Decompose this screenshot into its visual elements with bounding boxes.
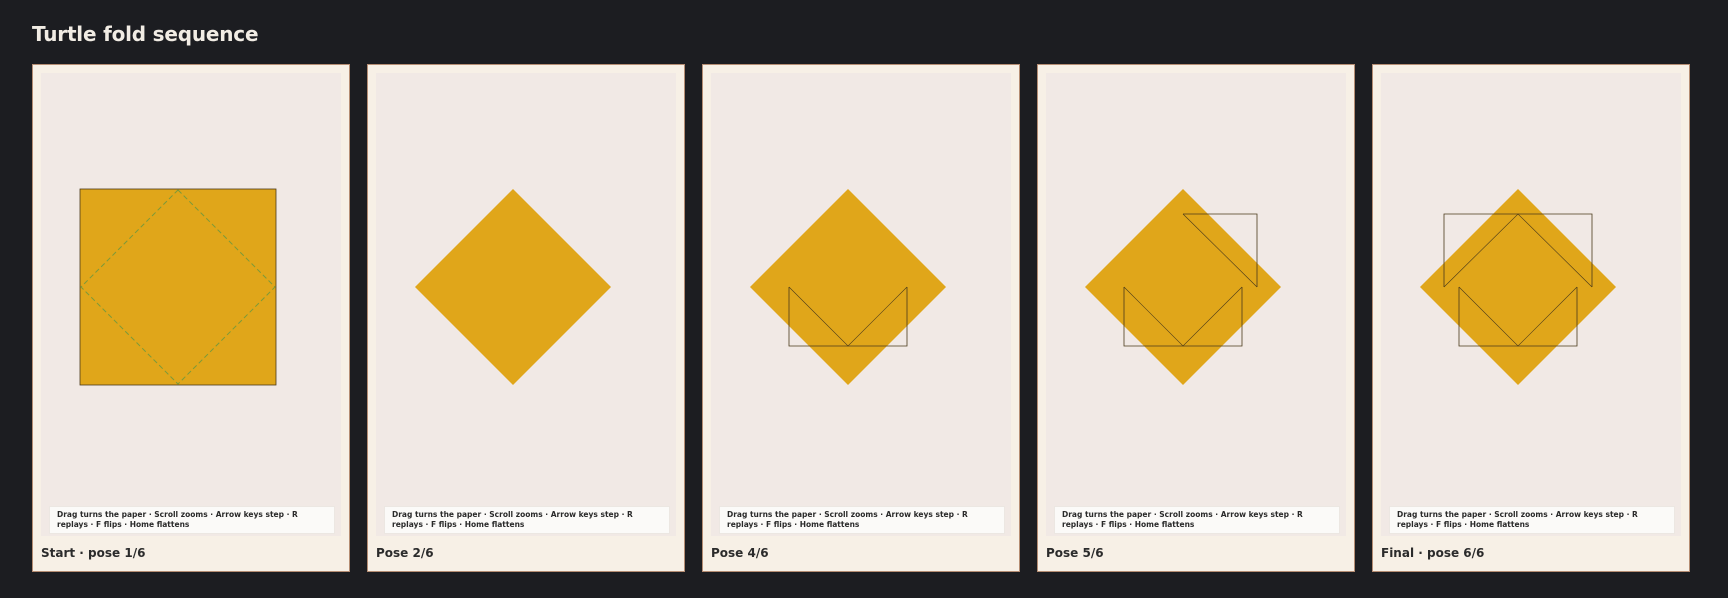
controls-hint: Drag turns the paper · Scroll zooms · Ar… <box>1389 506 1675 534</box>
paper-model-pose-2 <box>415 189 611 385</box>
controls-hint: Drag turns the paper · Scroll zooms · Ar… <box>384 506 670 534</box>
paper-model-pose-5 <box>1085 189 1281 385</box>
paper-model-final <box>1420 189 1616 385</box>
pose-panel-4: Drag turns the paper · Scroll zooms · Ar… <box>1037 64 1355 572</box>
controls-hint: Drag turns the paper · Scroll zooms · Ar… <box>49 506 335 534</box>
pose-caption: Pose 5/6 <box>1046 546 1104 560</box>
paper-diamond <box>1085 189 1281 385</box>
pose-panel-2: Drag turns the paper · Scroll zooms · Ar… <box>367 64 685 572</box>
paper-diamond <box>750 189 946 385</box>
pose-caption: Pose 2/6 <box>376 546 434 560</box>
pose-caption: Pose 4/6 <box>711 546 769 560</box>
paper-viewport[interactable]: Drag turns the paper · Scroll zooms · Ar… <box>376 73 676 536</box>
paper-diamond <box>1420 189 1616 385</box>
pose-panel-1: Drag turns the paper · Scroll zooms · Ar… <box>32 64 350 572</box>
paper-model-pose-4 <box>750 189 946 385</box>
paper-diamond <box>415 189 611 385</box>
fold-sequence: Drag turns the paper · Scroll zooms · Ar… <box>32 64 1690 572</box>
page-title: Turtle fold sequence <box>32 22 259 46</box>
pose-caption: Final · pose 6/6 <box>1381 546 1485 560</box>
paper-model-start <box>79 188 277 386</box>
paper-square <box>79 188 277 386</box>
paper-viewport[interactable]: Drag turns the paper · Scroll zooms · Ar… <box>41 73 341 536</box>
pose-panel-5: Drag turns the paper · Scroll zooms · Ar… <box>1372 64 1690 572</box>
paper-viewport[interactable]: Drag turns the paper · Scroll zooms · Ar… <box>1046 73 1346 536</box>
paper-viewport[interactable]: Drag turns the paper · Scroll zooms · Ar… <box>1381 73 1681 536</box>
pose-caption: Start · pose 1/6 <box>41 546 146 560</box>
controls-hint: Drag turns the paper · Scroll zooms · Ar… <box>719 506 1005 534</box>
controls-hint: Drag turns the paper · Scroll zooms · Ar… <box>1054 506 1340 534</box>
pose-panel-3: Drag turns the paper · Scroll zooms · Ar… <box>702 64 1020 572</box>
paper-viewport[interactable]: Drag turns the paper · Scroll zooms · Ar… <box>711 73 1011 536</box>
